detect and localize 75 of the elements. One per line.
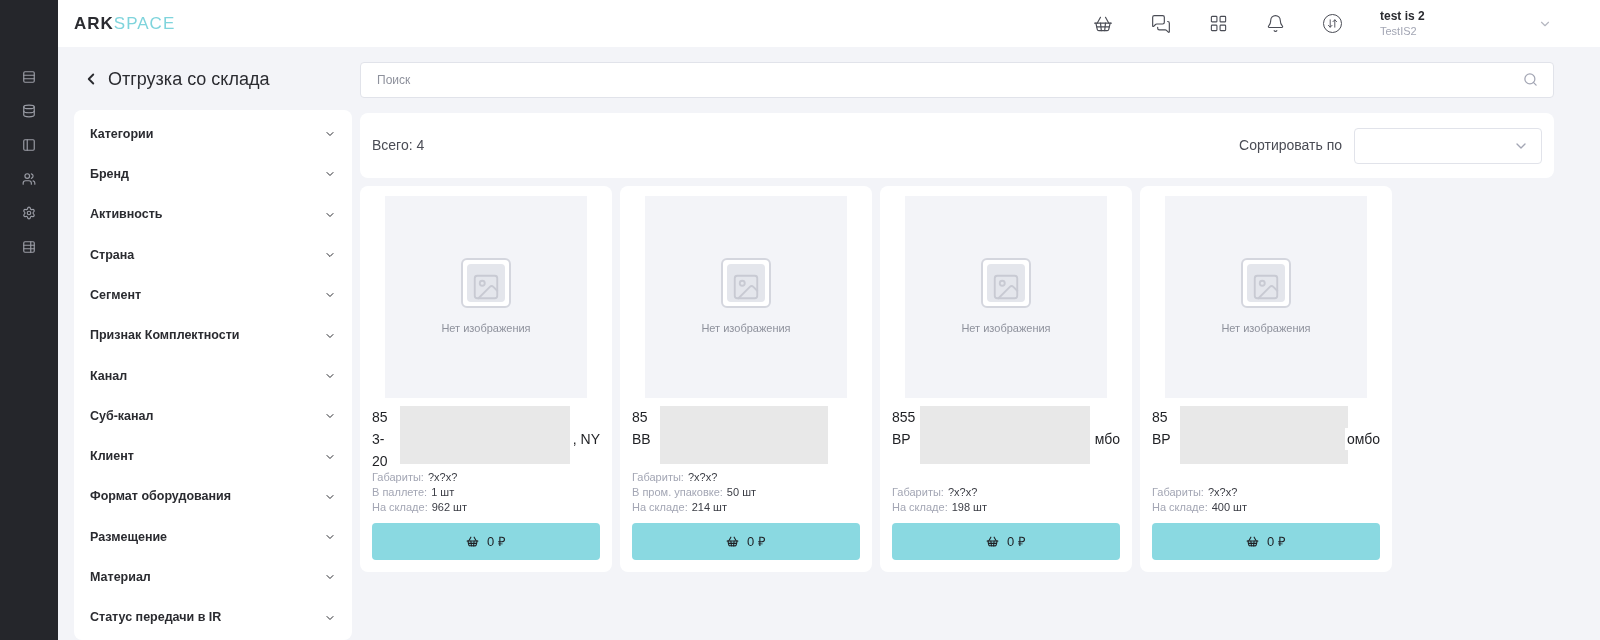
table-icon[interactable]: [22, 240, 36, 254]
image-icon: [461, 257, 511, 308]
spec-label: Габариты:: [892, 485, 944, 500]
title-fragment: 3-: [372, 430, 385, 449]
spec-label: На складе:: [892, 500, 948, 515]
spec-value: ?x?x?: [1207, 485, 1238, 500]
spec-label: В пром. упаковке:: [632, 485, 723, 500]
title-fragment: BP: [892, 430, 911, 449]
total-count: Всего: 4: [372, 136, 425, 155]
panel-icon[interactable]: [22, 138, 36, 152]
users-icon[interactable]: [22, 172, 36, 186]
filter-row[interactable]: Сегмент: [90, 275, 336, 316]
title-fragment: 20: [372, 452, 388, 471]
spec-value: 1 шт: [431, 485, 455, 500]
image-icon: [981, 257, 1031, 308]
add-to-cart-button[interactable]: 0 ₽: [1152, 523, 1380, 560]
basket-icon: [466, 535, 480, 548]
basket-icon: [726, 535, 740, 548]
spec-value: ?x?x?: [427, 470, 458, 485]
basket-icon: [1246, 535, 1260, 548]
spec-label: На складе:: [372, 500, 428, 515]
no-image-label: Нет изображения: [701, 320, 791, 336]
filter-row[interactable]: Клиент: [90, 436, 336, 477]
filter-row[interactable]: Суб-канал: [90, 396, 336, 437]
user-name: test is 2: [1380, 8, 1426, 24]
image-icon: [1241, 257, 1291, 308]
spec-label: Габариты:: [372, 470, 424, 485]
filter-row[interactable]: Активность: [90, 194, 336, 235]
spec-value: ?x?x?: [947, 485, 978, 500]
list-icon[interactable]: [22, 70, 36, 84]
title-fragment: BP: [1152, 430, 1171, 449]
add-to-cart-button[interactable]: 0 ₽: [892, 523, 1120, 560]
logo: ARKSPACE: [74, 12, 176, 35]
spec-label: В паллете:: [372, 485, 428, 500]
spec-label: На складе:: [1152, 500, 1208, 515]
sort-label: Сортировать по: [1239, 136, 1342, 155]
filter-row[interactable]: Размещение: [90, 516, 336, 558]
database-icon[interactable]: [22, 104, 36, 118]
add-to-cart-button[interactable]: 0 ₽: [632, 523, 860, 560]
filter-row[interactable]: Материал: [90, 557, 336, 598]
user-login: TestIS2: [1380, 23, 1418, 39]
filter-row[interactable]: Признак Комплектности: [90, 315, 336, 356]
settings-icon[interactable]: [22, 206, 36, 220]
filter-row[interactable]: Формат оборудования: [90, 476, 336, 517]
spec-value: 962 шт: [431, 500, 467, 515]
spec-label: На складе:: [632, 500, 688, 515]
title-fragment: 85: [372, 408, 388, 427]
filter-row[interactable]: Канал: [90, 355, 336, 397]
apps-grid-icon[interactable]: [1209, 14, 1228, 33]
spec-value: 198 шт: [951, 500, 987, 515]
title-fragment: 85: [632, 408, 648, 427]
title-fragment: 855: [892, 408, 916, 427]
no-image-label: Нет изображения: [441, 320, 531, 336]
add-to-cart-button[interactable]: 0 ₽: [372, 523, 600, 560]
spec-value: ?x?x?: [687, 470, 718, 485]
title-fragment: 85: [1152, 408, 1168, 427]
spec-value: 400 шт: [1211, 500, 1247, 515]
filter-row[interactable]: Статус передачи в IR: [90, 597, 336, 638]
no-image-label: Нет изображения: [1221, 320, 1311, 336]
filter-row[interactable]: Бренд: [90, 154, 336, 195]
title-fragment: BB: [632, 430, 651, 449]
filter-row[interactable]: Категории: [90, 114, 336, 155]
basket-icon: [986, 535, 1000, 548]
image-icon: [721, 257, 771, 308]
search-field[interactable]: Поиск: [360, 62, 1554, 98]
filter-row[interactable]: Страна: [90, 234, 336, 276]
spec-value: 214 шт: [691, 500, 727, 515]
page-title: Отгрузка со склада: [108, 67, 270, 91]
title-fragment: омбо: [1344, 428, 1380, 450]
help-chat-icon[interactable]: [1151, 13, 1171, 34]
no-image-label: Нет изображения: [961, 320, 1051, 336]
spec-label: Габариты:: [1152, 485, 1204, 500]
spec-value: 50 шт: [726, 485, 756, 500]
spec-label: Габариты:: [632, 470, 684, 485]
bell-icon[interactable]: [1266, 14, 1285, 33]
